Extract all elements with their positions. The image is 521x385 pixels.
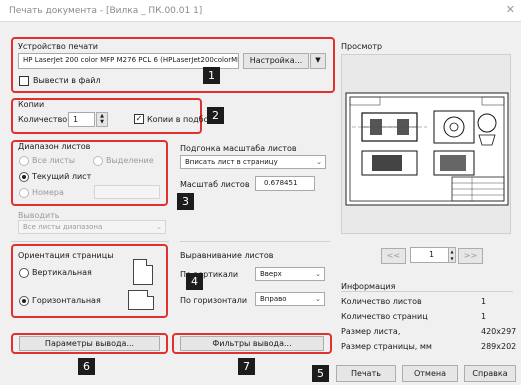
drawing-preview-image — [345, 92, 509, 206]
printer-settings-label: Настройка... — [249, 56, 303, 65]
info-label: Размер страницы, мм — [341, 342, 432, 351]
print-label: Печать — [351, 369, 381, 378]
output-filters-button[interactable]: Фильтры вывода... — [180, 336, 324, 351]
separator — [341, 291, 513, 292]
alignment-horizontal-select[interactable]: Вправо ⌄ — [255, 292, 325, 306]
range-current-label: Текущий лист — [32, 172, 92, 181]
range-numbers-radio[interactable] — [19, 188, 29, 198]
range-all-label: Все листы — [32, 156, 76, 165]
range-group-label: Диапазон листов — [18, 142, 91, 151]
collate-label: Копии в подбор — [147, 115, 214, 124]
range-output-value: Все листы диапазона — [23, 223, 103, 231]
badge-5: 5 — [312, 365, 329, 382]
info-value: 420x297 — [481, 327, 517, 336]
badge-6: 6 — [78, 358, 95, 375]
output-params-label: Параметры вывода... — [44, 339, 135, 348]
print-to-file-label: Вывести в файл — [33, 76, 101, 85]
print-to-file-checkbox[interactable] — [19, 76, 29, 86]
title-bar: Печать документа - [Вилка _ ПК.00.01 1] … — [0, 0, 521, 22]
preview-group-label: Просмотр — [341, 42, 383, 51]
info-label: Размер листа, — [341, 327, 401, 336]
preview-prev-button[interactable]: << — [381, 248, 406, 264]
badge-7: 7 — [238, 358, 255, 375]
copies-quantity-input[interactable]: 1 — [68, 112, 95, 127]
badge-3: 3 — [177, 193, 194, 210]
orientation-landscape-label: Горизонтальная — [32, 296, 101, 305]
scale-fit-select[interactable]: Вписать лист в страницу ⌄ — [180, 155, 326, 169]
close-icon[interactable]: ✕ — [506, 3, 515, 16]
landscape-page-icon — [128, 290, 154, 310]
info-label: Количество страниц — [341, 312, 428, 321]
copies-quantity-label: Количество — [18, 115, 68, 124]
alignment-horizontal-value: Вправо — [260, 295, 287, 303]
scale-fit-value: Вписать лист в страницу — [185, 158, 278, 166]
help-button[interactable]: Справка — [464, 365, 516, 382]
preview-prev-label: << — [386, 251, 401, 260]
range-all-radio[interactable] — [19, 156, 29, 166]
info-value: 1 — [481, 297, 487, 306]
scale-value-input[interactable]: 0.678451 — [255, 176, 315, 191]
chevron-down-icon: ▼ — [315, 56, 321, 64]
range-current-radio[interactable] — [19, 172, 29, 182]
alignment-vertical-value: Вверх — [260, 270, 282, 278]
alignment-group-label: Выравнивание листов — [180, 251, 274, 260]
copies-group-label: Копии — [18, 100, 45, 109]
portrait-page-icon — [133, 259, 153, 285]
scale-group-label: Подгонка масштаба листов — [180, 144, 297, 153]
info-value: 289x202 — [481, 342, 517, 351]
info-group-label: Информация — [341, 282, 396, 291]
output-params-button[interactable]: Параметры вывода... — [19, 336, 160, 351]
range-output-select[interactable]: Все листы диапазона ⌄ — [18, 220, 166, 234]
badge-1: 1 — [203, 67, 220, 84]
chevron-down-icon: ⌄ — [316, 158, 322, 166]
output-filters-label: Фильтры вывода... — [212, 339, 292, 348]
orientation-portrait-radio[interactable] — [19, 268, 29, 278]
orientation-portrait-label: Вертикальная — [32, 268, 92, 277]
range-selection-label: Выделение — [106, 156, 154, 165]
copies-quantity-stepper[interactable]: ▲ ▼ — [96, 112, 108, 127]
badge-4: 4 — [186, 273, 203, 290]
separator — [11, 241, 169, 242]
alignment-vertical-select[interactable]: Вверх ⌄ — [255, 267, 325, 281]
window-title: Печать документа - [Вилка _ ПК.00.01 1] — [9, 6, 203, 16]
info-label: Количество листов — [341, 297, 422, 306]
range-numbers-input[interactable] — [94, 185, 160, 199]
scale-label: Масштаб листов — [180, 180, 250, 189]
cancel-label: Отмена — [413, 369, 447, 378]
range-output-label: Выводить — [18, 211, 60, 220]
print-button[interactable]: Печать — [336, 365, 396, 382]
separator — [180, 241, 330, 242]
preview-area — [341, 54, 511, 234]
printer-group-label: Устройство печати — [18, 42, 98, 51]
chevron-down-icon: ⌄ — [156, 223, 162, 231]
range-selection-radio[interactable] — [93, 156, 103, 166]
range-numbers-label: Номера — [32, 188, 64, 197]
orientation-landscape-radio[interactable] — [19, 296, 29, 306]
alignment-horizontal-label: По горизонтали — [180, 296, 248, 305]
stepper-down-icon[interactable]: ▼ — [97, 119, 107, 125]
orientation-group-label: Ориентация страницы — [18, 251, 114, 260]
preview-page-input[interactable]: 1 — [410, 247, 453, 263]
stepper-up-icon[interactable]: ▲ — [449, 248, 455, 255]
printer-settings-dropdown[interactable]: ▼ — [310, 53, 326, 69]
info-value: 1 — [481, 312, 487, 321]
preview-next-button[interactable]: >> — [458, 248, 483, 264]
chevron-down-icon: ⌄ — [315, 270, 321, 278]
help-label: Справка — [472, 369, 508, 378]
printer-settings-button[interactable]: Настройка... — [243, 53, 309, 69]
stepper-down-icon[interactable]: ▼ — [449, 255, 455, 262]
chevron-down-icon: ⌄ — [315, 295, 321, 303]
preview-next-label: >> — [463, 251, 478, 260]
collate-checkbox[interactable]: ✓ — [134, 114, 144, 124]
cancel-button[interactable]: Отмена — [402, 365, 458, 382]
preview-page-stepper[interactable]: ▲ ▼ — [448, 247, 456, 263]
badge-2: 2 — [207, 107, 224, 124]
preview-page-value: 1 — [428, 250, 435, 259]
